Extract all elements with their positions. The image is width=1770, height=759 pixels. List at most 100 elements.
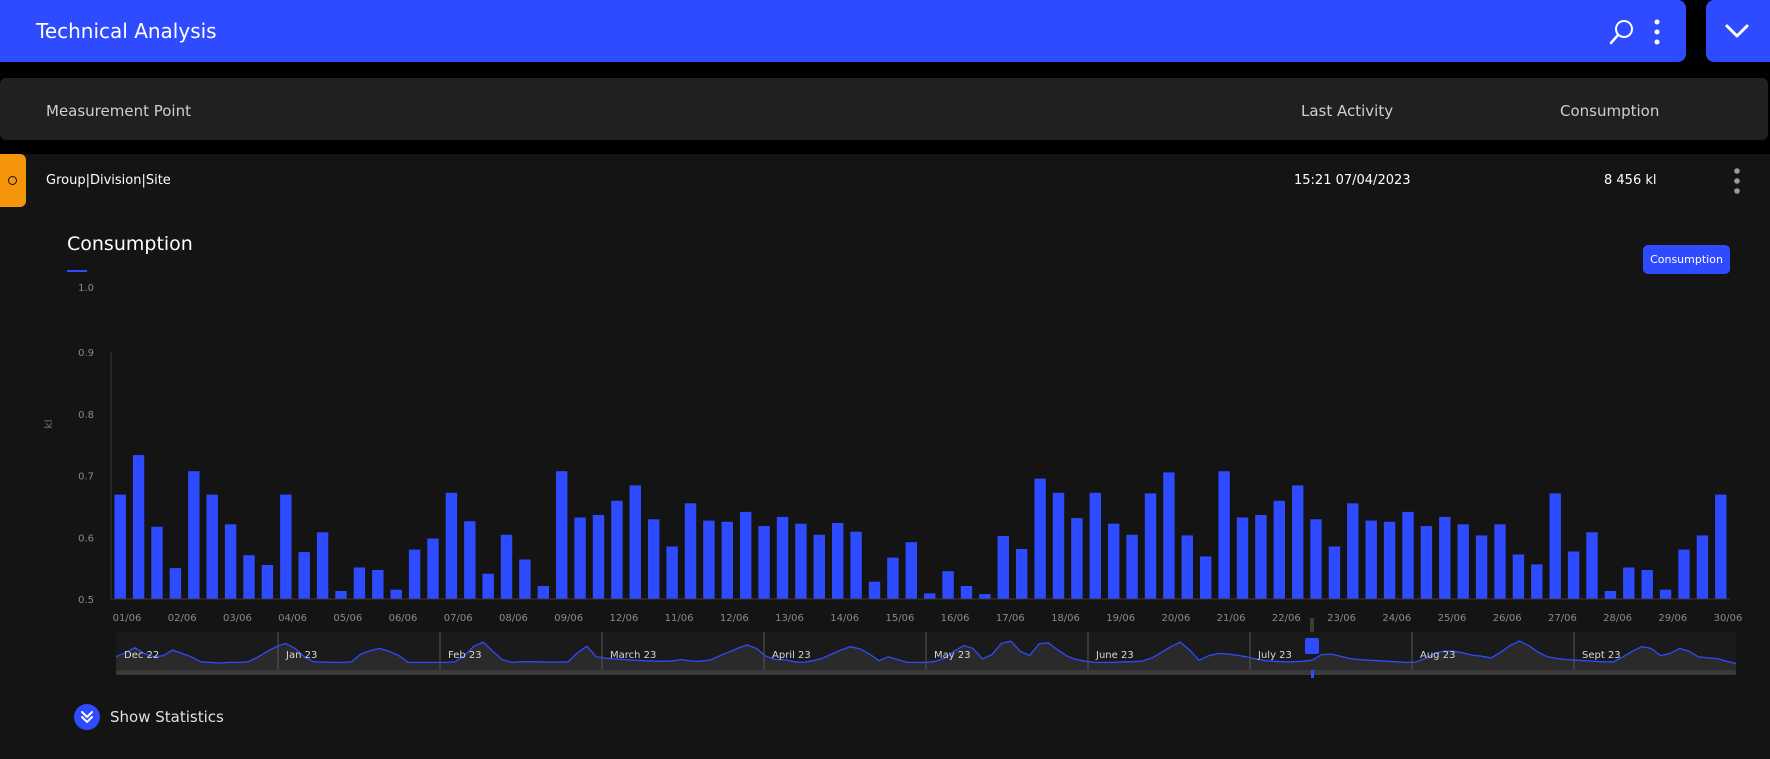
bar [537,586,549,599]
bar [519,559,531,599]
table-header: Measurement Point Last Activity Consumpt… [0,78,1768,140]
bar [1604,591,1617,599]
bar [372,570,384,599]
bar [1383,521,1396,599]
column-header-consumption[interactable]: Consumption [1560,102,1659,120]
bar [813,534,825,599]
navigator-month-label: May 23 [934,650,971,661]
bar [1016,549,1028,599]
bar [243,555,255,599]
y-tick-label: 0.5 [78,595,94,606]
bar [1623,567,1635,599]
bar [556,471,568,599]
column-header-last-activity[interactable]: Last Activity [1301,102,1393,120]
bar [1549,493,1561,599]
bar [151,526,163,599]
navigator-month-label: Dec 22 [124,650,159,661]
x-tick-label: 07/06 [444,613,473,624]
bar [684,503,697,599]
search-icon[interactable] [1608,18,1636,46]
x-tick-label: 08/06 [499,613,528,624]
x-tick-label: 24/06 [1382,613,1411,624]
bar [1144,493,1157,599]
x-tick-label: 27/06 [1548,613,1577,624]
bar [1052,492,1065,599]
bar [169,568,182,599]
bar [1181,535,1193,599]
bar [1292,485,1304,599]
bar [1402,511,1414,599]
show-statistics-label: Show Statistics [110,708,224,726]
bar [427,538,439,599]
x-tick-label: 16/06 [941,613,970,624]
x-tick-label: 12/06 [720,613,749,624]
bar [114,494,126,599]
bar [776,516,789,599]
x-tick-label: 21/06 [1217,613,1246,624]
y-axis-title: kl [42,419,55,428]
bar [188,471,200,599]
bar [703,520,715,599]
x-tick-label: 01/06 [113,613,142,624]
bar [1108,523,1120,599]
bar [905,542,917,599]
x-tick-label: 23/06 [1327,613,1356,624]
bar [280,494,292,599]
navigator-month-label: April 23 [772,650,811,661]
bar [1218,471,1230,599]
bar [1641,570,1653,599]
bar [1715,494,1727,599]
y-tick-label: 0.9 [78,348,94,359]
bar [1034,478,1046,599]
bar [666,546,678,599]
bar [997,536,1009,599]
bar [1071,518,1083,599]
bar [1310,519,1322,599]
bar [224,524,237,599]
more-options-icon[interactable] [1648,18,1666,46]
x-tick-label: 22/06 [1272,613,1301,624]
bar [924,593,936,599]
bar [1494,524,1506,599]
expand-statistics-icon [74,704,100,730]
bar [629,485,641,599]
x-tick-label: 04/06 [278,613,307,624]
y-tick-label: 1.0 [78,283,94,294]
x-tick-label: 18/06 [1051,613,1080,624]
navigator-month-label: Sept 23 [1582,650,1621,661]
bar [500,534,513,599]
navigator-month-label: March 23 [610,650,656,661]
bar [758,526,770,599]
bar [1567,551,1580,599]
x-tick-label: 29/06 [1658,613,1687,624]
bar [1457,524,1469,599]
bar [1163,472,1175,599]
bar [1439,516,1451,599]
bar [979,594,991,599]
bar [1200,556,1212,599]
bar [611,500,623,599]
bar [1512,554,1525,599]
x-tick-label: 11/06 [665,613,694,624]
collapse-button[interactable] [1706,0,1770,62]
column-header-measurement-point[interactable]: Measurement Point [46,102,191,120]
bar [887,557,899,599]
x-tick-label: 13/06 [775,613,804,624]
bar [832,523,844,599]
navigator-scroll-thumb [1311,670,1314,678]
bar [1365,520,1377,599]
bar [740,511,752,599]
y-tick-label: 0.8 [78,410,94,421]
x-tick-label: 30/06 [1714,613,1743,624]
bar [592,515,605,599]
bar [1089,492,1101,599]
x-tick-label: 28/06 [1603,613,1632,624]
x-tick-label: 05/06 [333,613,362,624]
bar [464,521,476,599]
bar [298,552,310,599]
navigator-month-label: Jan 23 [285,650,317,661]
consumption-bar-chart: 0.5 0.6 0.7 0.8 0.9 1.0 kl 01/06 02/06 03/06 04/06… [42,283,1743,678]
bar [942,571,954,599]
x-tick-label: 26/06 [1493,613,1522,624]
bar [960,586,973,599]
